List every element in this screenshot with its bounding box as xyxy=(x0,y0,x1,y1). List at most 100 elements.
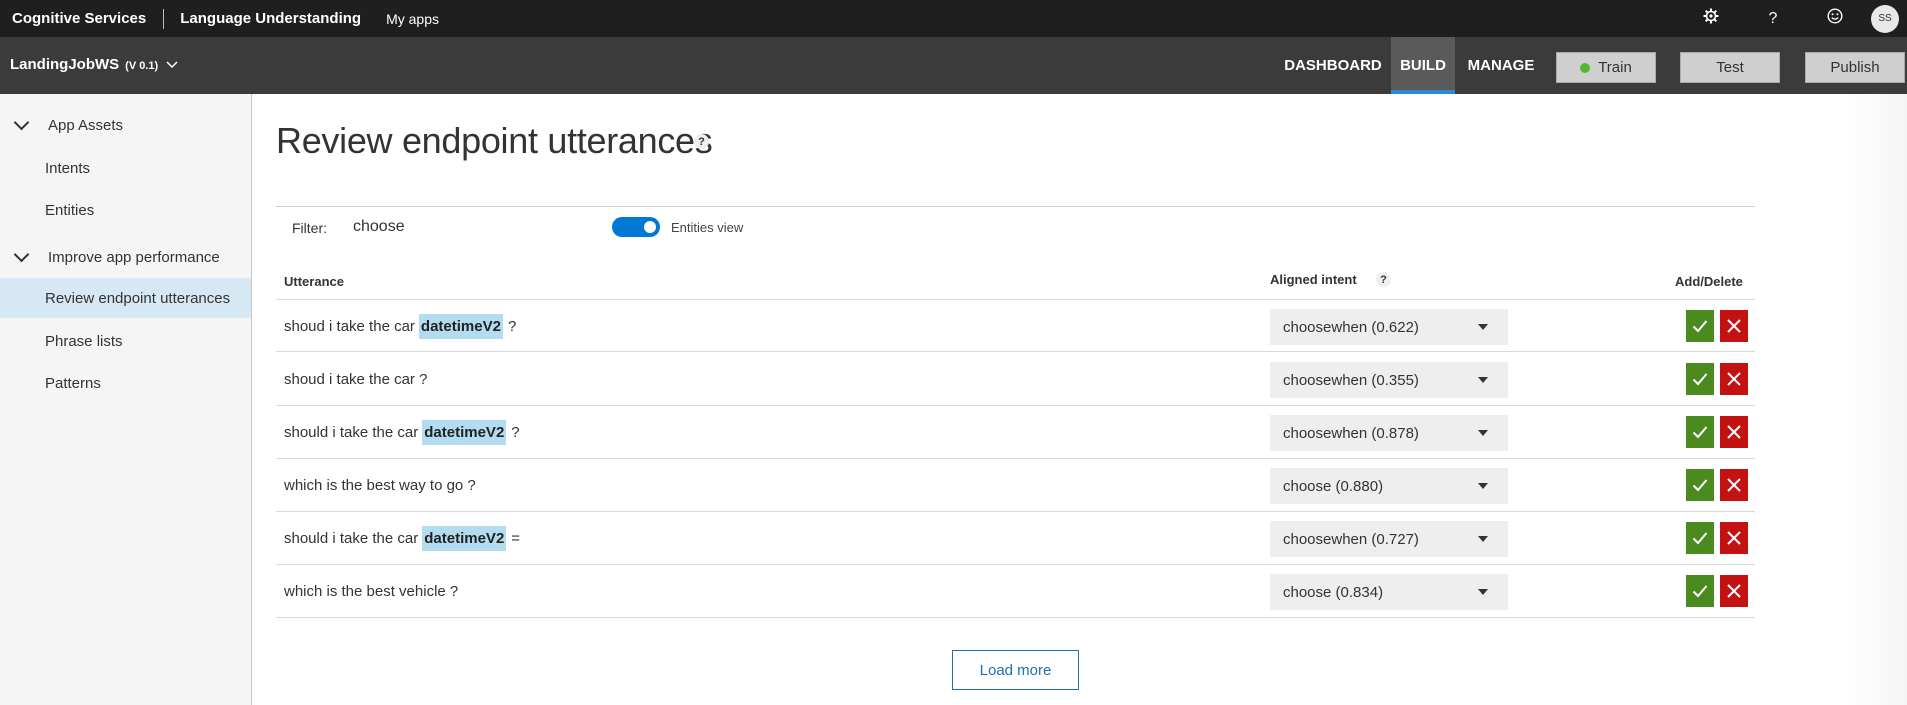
load-more-button[interactable]: Load more xyxy=(952,650,1079,690)
intent-value: choosewhen (0.727) xyxy=(1283,530,1419,548)
chevron-down-icon xyxy=(14,118,28,132)
delete-button[interactable] xyxy=(1720,363,1748,395)
caret-down-icon xyxy=(1478,589,1488,595)
train-button[interactable]: Train xyxy=(1556,52,1656,83)
table-row: shoud i take the car ? choosewhen (0.355… xyxy=(276,353,1755,406)
app-name: LandingJobWS xyxy=(10,56,120,73)
intent-value: choosewhen (0.622) xyxy=(1283,318,1419,336)
publish-button[interactable]: Publish xyxy=(1805,52,1905,83)
brand-name[interactable]: Cognitive Services xyxy=(12,10,146,27)
help-icon[interactable]: ? xyxy=(1376,272,1391,287)
section-label: Improve app performance xyxy=(48,248,220,266)
tab-dashboard[interactable]: DASHBOARD xyxy=(1283,37,1383,94)
entities-view-label: Entities view xyxy=(671,220,744,235)
divider xyxy=(276,206,1755,207)
section-label: App Assets xyxy=(48,116,124,134)
close-icon xyxy=(1727,319,1741,333)
utterance-before: which is the best way to go ? xyxy=(284,477,476,494)
test-button[interactable]: Test xyxy=(1680,52,1780,83)
table-row: shoud i take the car datetimeV2? choosewh… xyxy=(276,299,1755,352)
utterance-text[interactable]: shoud i take the car datetimeV2? xyxy=(284,300,516,353)
delete-button[interactable] xyxy=(1720,416,1748,448)
divider xyxy=(163,8,165,29)
intent-dropdown[interactable]: choosewhen (0.622) xyxy=(1270,309,1508,345)
add-button[interactable] xyxy=(1686,310,1714,342)
intent-dropdown[interactable]: choosewhen (0.727) xyxy=(1270,521,1508,557)
app-selector[interactable]: LandingJobWS (V 0.1) xyxy=(10,56,178,73)
caret-down-icon xyxy=(1478,430,1488,436)
sidebar-item-patterns[interactable]: Patterns xyxy=(0,363,251,403)
intent-dropdown[interactable]: choose (0.880) xyxy=(1270,468,1508,504)
tab-manage[interactable]: MANAGE xyxy=(1463,37,1539,94)
utterance-after: = xyxy=(511,530,521,547)
intent-dropdown[interactable]: choose (0.834) xyxy=(1270,574,1508,610)
caret-down-icon xyxy=(1478,536,1488,542)
caret-down-icon xyxy=(1478,483,1488,489)
entity-label[interactable]: datetimeV2 xyxy=(418,314,503,339)
avatar[interactable]: SS xyxy=(1871,4,1899,33)
app-bar: LandingJobWS (V 0.1) DASHBOARD BUILD MANA… xyxy=(0,37,1907,94)
entities-view-toggle[interactable] xyxy=(612,217,660,237)
scroll-shadow xyxy=(1847,94,1907,705)
delete-button[interactable] xyxy=(1720,310,1748,342)
delete-button[interactable] xyxy=(1720,522,1748,554)
entity-label[interactable]: datetimeV2 xyxy=(422,526,507,551)
utterance-before: shoud i take the car xyxy=(284,318,415,335)
check-icon xyxy=(1692,479,1708,492)
utterance-text[interactable]: should i take the car datetimeV2? xyxy=(284,406,520,459)
chevron-down-icon xyxy=(166,58,178,72)
sidebar-section-improve[interactable]: Improve app performance xyxy=(0,241,252,273)
smiley-icon[interactable] xyxy=(1815,8,1855,29)
product-name[interactable]: Language Understanding xyxy=(180,10,361,27)
close-icon xyxy=(1727,584,1741,598)
utterance-after: ? xyxy=(511,424,520,441)
check-icon xyxy=(1692,532,1708,545)
utterance-before: which is the best vehicle ? xyxy=(284,583,459,600)
help-icon[interactable]: ? xyxy=(694,134,709,149)
train-label: Train xyxy=(1598,59,1632,76)
add-button[interactable] xyxy=(1686,469,1714,501)
top-bar-actions: ? SS xyxy=(1688,0,1907,37)
intent-value: choose (0.880) xyxy=(1283,477,1384,495)
sidebar-item-review-endpoint-utterances[interactable]: Review endpoint utterances xyxy=(0,278,251,318)
column-header-utterance[interactable]: Utterance xyxy=(284,274,344,289)
add-button[interactable] xyxy=(1686,522,1714,554)
toggle-knob xyxy=(644,221,656,233)
utterance-text[interactable]: which is the best way to go ? xyxy=(284,459,476,512)
intent-dropdown[interactable]: choosewhen (0.878) xyxy=(1270,415,1508,451)
tab-build[interactable]: BUILD xyxy=(1391,37,1455,94)
utterance-text[interactable]: should i take the car datetimeV2 = xyxy=(284,512,520,565)
utterance-text[interactable]: shoud i take the car ? xyxy=(284,353,427,406)
utterance-after: ? xyxy=(507,318,517,335)
add-button[interactable] xyxy=(1686,575,1714,607)
caret-down-icon xyxy=(1478,377,1488,383)
column-header-add-delete: Add/Delete xyxy=(1675,274,1743,289)
check-icon xyxy=(1692,373,1708,386)
chevron-down-icon xyxy=(14,250,28,264)
help-icon[interactable]: ? xyxy=(1753,10,1793,28)
table-row: which is the best vehicle ? choose (0.83… xyxy=(276,565,1755,618)
filter-input[interactable] xyxy=(353,218,593,236)
table-row: should i take the car datetimeV2 = choosew… xyxy=(276,512,1755,565)
add-button[interactable] xyxy=(1686,416,1714,448)
table-row: which is the best way to go ? choose (0.… xyxy=(276,459,1755,512)
sidebar-item-entities[interactable]: Entities xyxy=(0,190,251,230)
entity-label[interactable]: datetimeV2 xyxy=(422,420,507,445)
close-icon xyxy=(1727,425,1741,439)
add-button[interactable] xyxy=(1686,363,1714,395)
delete-button[interactable] xyxy=(1720,575,1748,607)
train-status-dot xyxy=(1580,62,1591,73)
sidebar-item-intents[interactable]: Intents xyxy=(0,148,251,188)
caret-down-icon xyxy=(1478,324,1488,330)
sidebar-item-phrase-lists[interactable]: Phrase lists xyxy=(0,321,251,361)
utterance-text[interactable]: which is the best vehicle ? xyxy=(284,565,458,618)
column-header-aligned-intent[interactable]: Aligned intent xyxy=(1270,272,1357,287)
my-apps-link[interactable]: My apps xyxy=(386,11,439,27)
delete-button[interactable] xyxy=(1720,469,1748,501)
close-icon xyxy=(1727,531,1741,545)
gear-icon[interactable] xyxy=(1691,8,1731,29)
sidebar-section-app-assets[interactable]: App Assets xyxy=(0,109,252,141)
close-icon xyxy=(1727,478,1741,492)
intent-dropdown[interactable]: choosewhen (0.355) xyxy=(1270,362,1508,398)
intent-value: choose (0.834) xyxy=(1283,583,1384,601)
